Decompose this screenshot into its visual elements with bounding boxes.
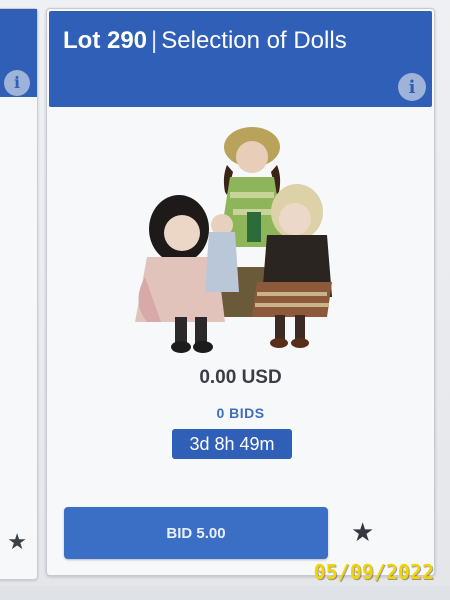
info-icon[interactable]: i — [398, 73, 426, 101]
svg-text:i: i — [14, 73, 20, 92]
info-icon[interactable]: i — [3, 69, 31, 102]
lot-card[interactable]: Lot 290 | Selection of Dolls i 0.00 USD … — [46, 8, 435, 576]
time-left-badge: 3d 8h 49m — [172, 429, 292, 459]
adjacent-lot-card[interactable]: i ★ — [0, 8, 38, 580]
star-icon[interactable]: ★ — [7, 529, 27, 555]
bid-count[interactable]: 0 BIDS — [47, 405, 434, 421]
lot-title[interactable]: Lot 290 | Selection of Dolls — [63, 27, 347, 55]
next-row-edge — [0, 586, 450, 600]
lot-image[interactable] — [127, 117, 349, 367]
title-separator: | — [151, 27, 158, 54]
bid-button[interactable]: BID 5.00 — [64, 507, 328, 559]
lot-name: Selection of Dolls — [161, 27, 347, 54]
star-icon[interactable]: ★ — [351, 517, 374, 548]
current-price: 0.00 USD — [199, 367, 282, 388]
lot-number: Lot 290 — [63, 27, 148, 54]
auction-grid: i ★ Lot 290 | Selection of Dolls i 0.00 … — [0, 0, 450, 600]
lot-header: Lot 290 | Selection of Dolls i — [49, 11, 432, 107]
photo-date-stamp: 05/09/2022 — [313, 560, 434, 584]
